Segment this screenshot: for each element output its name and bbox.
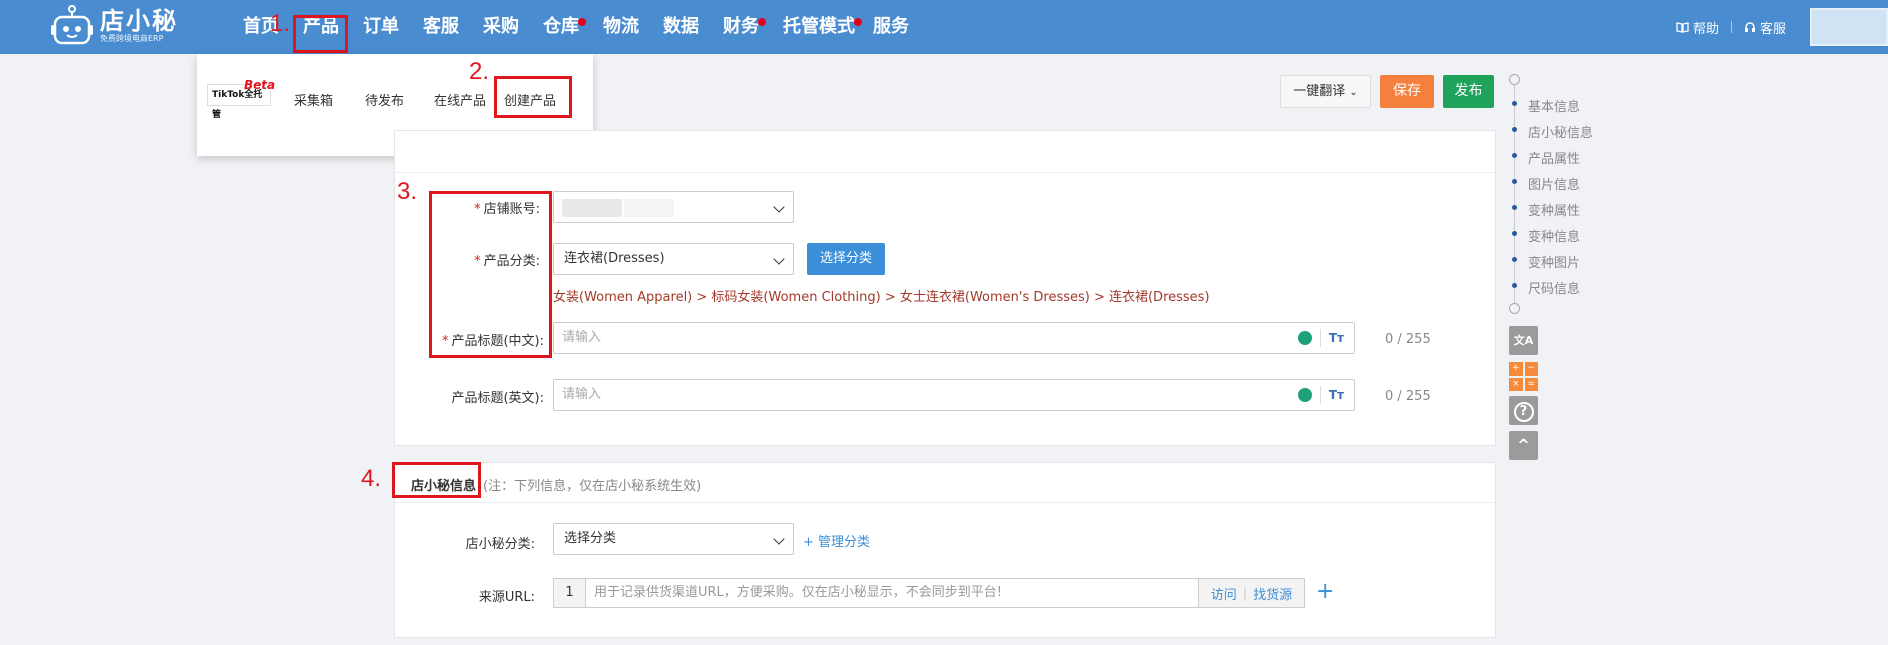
nav-managed-mode[interactable]: 托管模式 (783, 0, 862, 54)
shop-account-select[interactable] (553, 191, 794, 223)
nav-customer-service[interactable]: 客服 (423, 0, 459, 54)
highlight-box-product-nav (293, 15, 348, 53)
manage-category-link[interactable]: + 管理分类 (803, 531, 870, 550)
title-en-input[interactable]: 请输入 Tт (553, 379, 1355, 411)
logo-title: 店小秘 (100, 7, 178, 35)
step-2-label: 2. (469, 58, 490, 85)
blurred-account (624, 199, 674, 217)
help-link[interactable]: 帮助 (1676, 18, 1719, 37)
help-icon[interactable]: ? (1509, 396, 1538, 425)
source-url-label: 来源URL: (478, 590, 535, 605)
visit-link[interactable]: 访问 (1211, 584, 1237, 603)
notification-dot (854, 18, 862, 26)
translate-tool-icon[interactable]: 文A (1509, 326, 1538, 355)
nav-data[interactable]: 数据 (663, 0, 699, 54)
one-click-translate-dropdown[interactable]: 一键翻译 ⌄ (1280, 75, 1371, 108)
book-icon (1676, 22, 1689, 33)
title-en-label: 产品标题(英文): (451, 391, 544, 406)
user-avatar[interactable] (1810, 8, 1888, 46)
dxm-category-select[interactable]: 选择分类 (553, 523, 794, 555)
text-size-icon[interactable]: Tт (1329, 380, 1344, 410)
panel-header: 店小秘信息 (注：下列信息，仅在店小秘系统生效) (395, 463, 1495, 503)
notification-dot (578, 18, 586, 26)
highlight-box-dxm-info (392, 462, 481, 498)
dxm-category-label: 店小秘分类: (465, 537, 535, 552)
beta-badge: Beta (244, 78, 276, 92)
logo-subtitle: 免费跨境电商ERP (100, 34, 164, 43)
notification-dot (758, 18, 766, 26)
robot-logo-icon (51, 5, 93, 45)
text-size-icon[interactable]: Tт (1329, 323, 1344, 353)
nav-warehouse[interactable]: 仓库 (543, 0, 586, 54)
title-cn-counter: 0 / 255 (1385, 332, 1431, 347)
top-right-links: 帮助 客服 (1676, 0, 1888, 54)
nav-end-ring (1509, 303, 1520, 314)
title-cn-input[interactable]: 请输入 Tт (553, 322, 1355, 354)
highlight-box-required-fields (429, 191, 552, 358)
url-index: 1 (554, 579, 586, 607)
headset-icon (1744, 22, 1755, 32)
chevron-down-icon (773, 253, 785, 265)
ai-generate-icon[interactable] (1297, 388, 1312, 402)
menu-pending-publish[interactable]: 待发布 (365, 78, 404, 126)
add-url-button[interactable]: + (1316, 578, 1334, 606)
category-path: 女装(Women Apparel) > 标码女装(Women Clothing)… (553, 290, 1210, 305)
back-to-top-icon[interactable]: ^ (1509, 431, 1538, 460)
source-url-input[interactable]: 用于记录供货渠道URL，方便采购。仅在店小秘显示，不会同步到平台! (594, 579, 1002, 607)
nav-order[interactable]: 订单 (363, 0, 399, 54)
highlight-box-create-product (494, 76, 572, 118)
chevron-down-icon (773, 201, 785, 213)
product-category-select[interactable]: 连衣裙(Dresses) (553, 243, 794, 275)
dxm-info-note: (注：下列信息，仅在店小秘系统生效) (483, 479, 702, 494)
panel-header (395, 131, 1495, 173)
nav-finance[interactable]: 财务 (723, 0, 766, 54)
publish-button[interactable]: 发布 (1443, 75, 1494, 108)
nav-start-ring (1509, 74, 1520, 85)
step-1-label: 1. (270, 10, 291, 37)
blurred-account (562, 199, 622, 217)
step-4-label: 4. (361, 465, 382, 492)
source-url-input-group: 1 用于记录供货渠道URL，方便采购。仅在店小秘显示，不会同步到平台! 访问 |… (553, 578, 1305, 608)
customer-service-link[interactable]: 客服 (1744, 18, 1786, 37)
nav-services[interactable]: 服务 (873, 0, 909, 54)
menu-collection-box[interactable]: 采集箱 (294, 78, 333, 126)
divider (1730, 21, 1732, 33)
save-button[interactable]: 保存 (1380, 75, 1434, 108)
step-3-label: 3. (397, 178, 418, 205)
find-source-link[interactable]: 找货源 (1253, 584, 1292, 603)
calculator-icon[interactable]: + − × = (1509, 362, 1538, 391)
nav-logistics[interactable]: 物流 (603, 0, 639, 54)
logo[interactable]: 店小秘 免费跨境电商ERP (50, 4, 178, 48)
title-en-counter: 0 / 255 (1385, 389, 1431, 404)
chevron-down-icon (773, 533, 785, 545)
select-category-button[interactable]: 选择分类 (807, 243, 885, 275)
ai-generate-icon[interactable] (1297, 331, 1312, 345)
nav-purchase[interactable]: 采购 (483, 0, 519, 54)
